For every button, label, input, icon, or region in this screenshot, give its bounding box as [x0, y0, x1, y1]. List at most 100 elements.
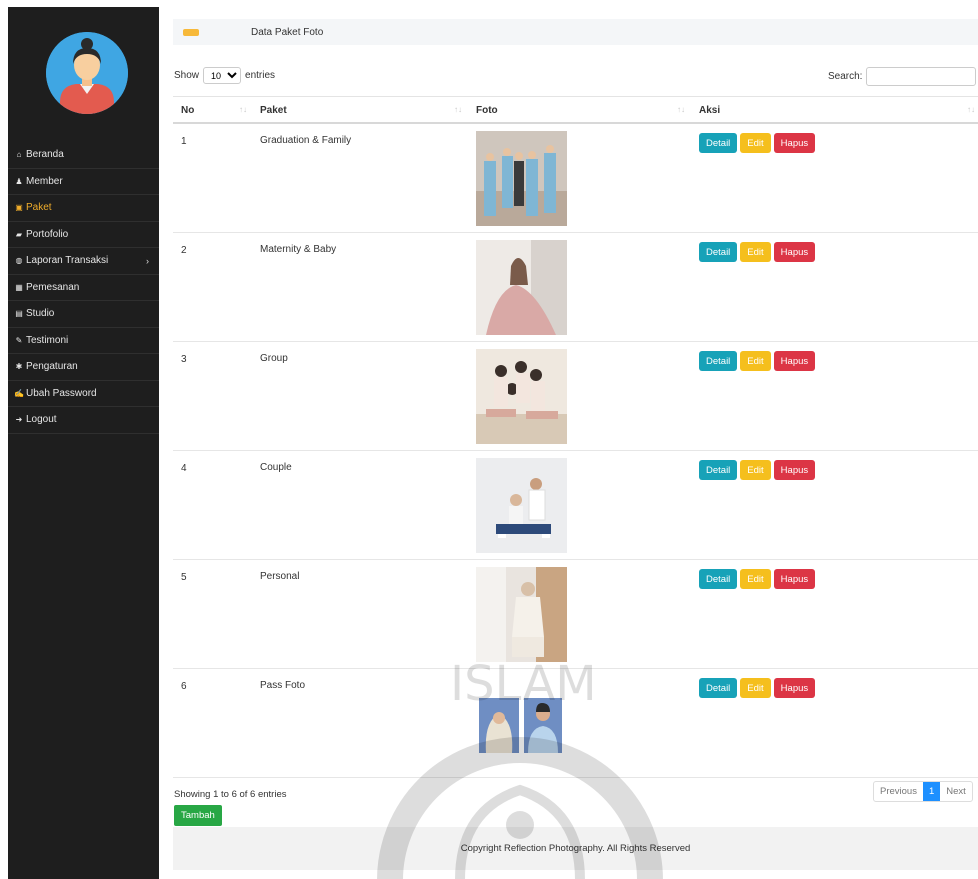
row-actions: Detail Edit Hapus — [699, 678, 816, 698]
image-icon: ▣ — [15, 203, 23, 213]
hapus-button[interactable]: Hapus — [773, 133, 816, 153]
sidebar-item-label: Ubah Password — [26, 387, 97, 399]
logout-icon: ➜ — [15, 415, 23, 425]
entries-length-control: Show 10 entries — [174, 67, 275, 84]
row-paket: Maternity & Baby — [260, 244, 337, 255]
pencil-icon: ✎ — [15, 335, 23, 345]
entries-select[interactable]: 10 — [203, 67, 242, 84]
row-actions: Detail Edit Hapus — [699, 569, 816, 589]
sidebar-item-ubah-password[interactable]: ✍ Ubah Password — [8, 381, 159, 407]
sort-icon: ↑↓ — [677, 105, 685, 114]
row-actions: Detail Edit Hapus — [699, 351, 816, 371]
detail-button[interactable]: Detail — [699, 133, 738, 153]
edit-button[interactable]: Edit — [740, 678, 771, 698]
page-1-button[interactable]: 1 — [922, 782, 941, 801]
sidebar-item-label: Testimoni — [26, 334, 69, 346]
edit-button[interactable]: Edit — [740, 133, 771, 153]
footer: Copyright Reflection Photography. All Ri… — [173, 827, 978, 870]
detail-button[interactable]: Detail — [699, 460, 738, 480]
detail-button[interactable]: Detail — [699, 569, 738, 589]
sidebar-item-beranda[interactable]: ⌂ Beranda — [8, 142, 159, 169]
paket-photo — [476, 349, 567, 444]
table-row: 2 Maternity & Baby Detail Edit Hapus — [173, 233, 978, 342]
next-button[interactable]: Next — [940, 782, 972, 801]
sidebar-item-pemesanan[interactable]: ▦ Pemesanan — [8, 275, 159, 301]
row-no: 1 — [181, 136, 187, 147]
table-row: 6 Pass Foto Detail Edit Hapus — [173, 669, 978, 778]
row-paket: Graduation & Family — [260, 135, 352, 146]
row-actions: Detail Edit Hapus — [699, 460, 816, 480]
sidebar-item-laporan-transaksi[interactable]: ◍ Laporan Transaksi › — [8, 248, 159, 275]
edit-icon: ✍ — [14, 388, 24, 398]
tambah-button[interactable]: Tambah — [174, 805, 222, 826]
table-header: No ↑↓ Paket ↑↓ Foto ↑↓ Aksi ↑↓ — [173, 96, 978, 124]
paket-photo — [476, 240, 567, 335]
row-no: 5 — [181, 572, 187, 583]
sidebar-item-paket[interactable]: ▣ Paket — [8, 195, 159, 222]
previous-button[interactable]: Previous — [874, 782, 923, 801]
calendar-icon: ▦ — [15, 282, 23, 292]
sidebar-item-label: Beranda — [26, 149, 64, 161]
page-title: Data Paket Foto — [251, 26, 324, 38]
show-label: Show — [174, 70, 200, 81]
sidebar-item-label: Portofolio — [26, 228, 69, 240]
row-paket: Couple — [260, 462, 292, 473]
paket-photo — [476, 567, 567, 662]
edit-button[interactable]: Edit — [740, 351, 771, 371]
header-foto[interactable]: Foto — [476, 105, 498, 116]
sort-icon: ↑↓ — [967, 105, 975, 114]
studio-icon: ▤ — [15, 309, 23, 319]
hapus-button[interactable]: Hapus — [773, 460, 816, 480]
edit-button[interactable]: Edit — [740, 569, 771, 589]
row-no: 3 — [181, 354, 187, 365]
hapus-button[interactable]: Hapus — [773, 678, 816, 698]
sidebar-item-logout[interactable]: ➜ Logout — [8, 407, 159, 434]
copyright-text: Copyright Reflection Photography. All Ri… — [460, 843, 691, 854]
breadcrumb-tag-icon — [183, 28, 199, 36]
sidebar-item-portofolio[interactable]: ▰ Portofolio — [8, 222, 159, 248]
row-paket: Pass Foto — [260, 680, 306, 691]
sort-icon: ↑↓ — [454, 105, 462, 114]
sidebar-item-pengaturan[interactable]: ✱ Pengaturan — [8, 354, 159, 381]
edit-button[interactable]: Edit — [740, 242, 771, 262]
row-paket: Personal — [260, 571, 300, 582]
sidebar-item-testimoni[interactable]: ✎ Testimoni — [8, 328, 159, 354]
search-label: Search: — [828, 71, 863, 82]
entries-label: entries — [245, 70, 276, 81]
sidebar-item-label: Studio — [26, 308, 55, 320]
hapus-button[interactable]: Hapus — [773, 242, 816, 262]
row-no: 4 — [181, 463, 187, 474]
header-no[interactable]: No — [181, 105, 194, 116]
detail-button[interactable]: Detail — [699, 351, 738, 371]
edit-button[interactable]: Edit — [740, 460, 771, 480]
table-row: 5 Personal Detail Edit Hapus — [173, 560, 978, 669]
paket-photo — [476, 131, 567, 226]
breadcrumb: Data Paket Foto — [173, 19, 978, 45]
search-input[interactable] — [866, 67, 977, 86]
book-icon: ▰ — [15, 229, 23, 239]
user-icon: ♟ — [15, 176, 23, 186]
sidebar-item-label: Paket — [26, 202, 52, 214]
sidebar-item-member[interactable]: ♟ Member — [8, 169, 159, 195]
hapus-button[interactable]: Hapus — [773, 569, 816, 589]
table-row: 4 Couple Detail Edit Hapus — [173, 451, 978, 560]
sidebar-item-label: Member — [26, 175, 63, 187]
paket-photo — [476, 458, 567, 553]
sidebar-item-label: Pengaturan — [26, 361, 78, 373]
sidebar-item-studio[interactable]: ▤ Studio — [8, 301, 159, 328]
sort-icon: ↑↓ — [239, 105, 247, 114]
row-no: 6 — [181, 681, 187, 692]
header-paket[interactable]: Paket — [260, 105, 287, 116]
detail-button[interactable]: Detail — [699, 678, 738, 698]
hapus-button[interactable]: Hapus — [773, 351, 816, 371]
sidebar-nav: ⌂ Beranda ♟ Member ▣ Paket ▰ Portofolio ◍ Laporan… — [8, 142, 159, 434]
table-info: Showing 1 to 6 of 6 entries — [174, 789, 287, 800]
header-aksi[interactable]: Aksi — [699, 105, 720, 116]
row-actions: Detail Edit Hapus — [699, 133, 816, 153]
pagination: Previous 1 Next — [873, 781, 973, 802]
detail-button[interactable]: Detail — [699, 242, 738, 262]
sidebar: ⌂ Beranda ♟ Member ▣ Paket ▰ Portofolio ◍ Laporan… — [8, 7, 159, 879]
avatar-icon — [46, 32, 128, 114]
paket-photo — [476, 676, 567, 771]
home-icon: ⌂ — [16, 150, 22, 160]
